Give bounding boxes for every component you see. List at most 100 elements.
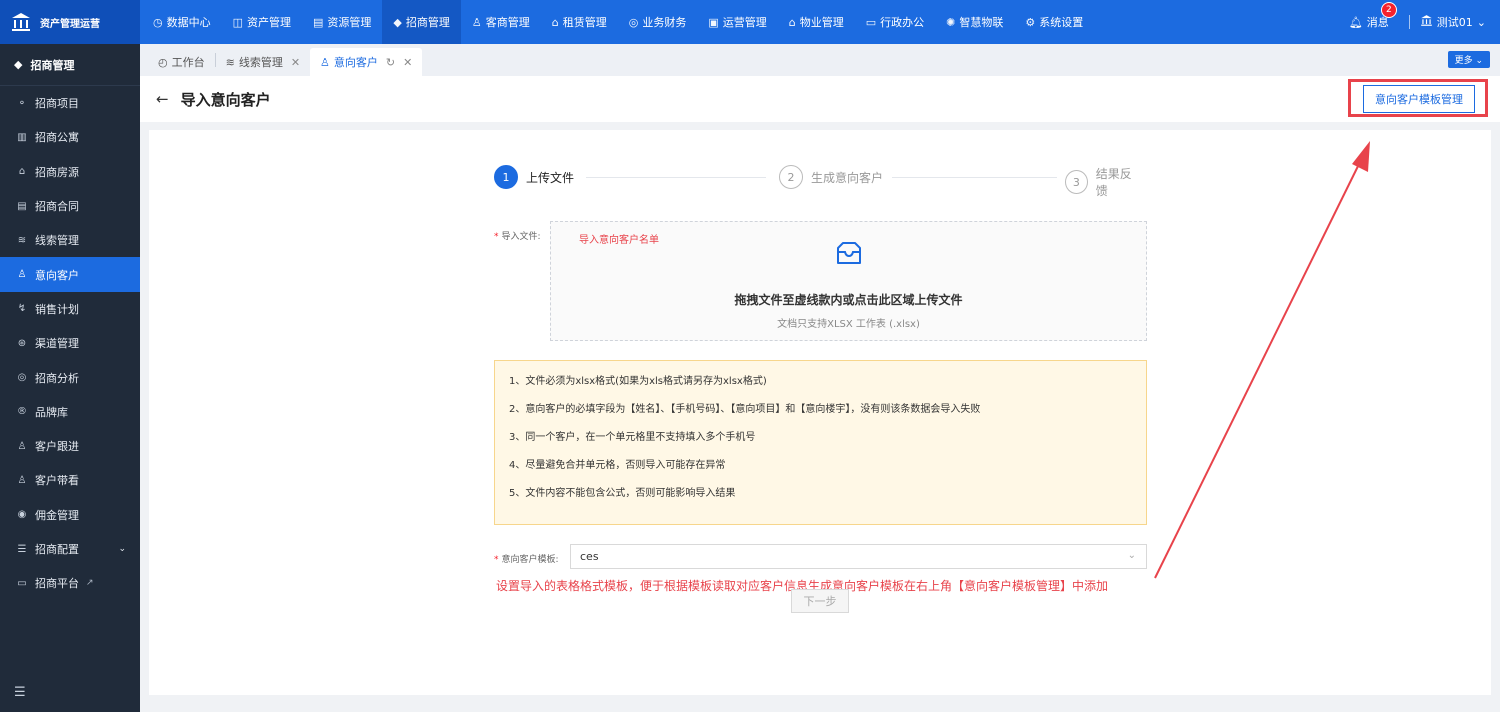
sidebar-item-commission[interactable]: ◉ 佣金管理 [0,498,140,532]
atom-icon: ✺ [946,15,956,29]
step-label: 结果反馈 [1095,167,1132,198]
top-right-area: 🔔︎ 消息 2 测试01 ⌄ [1349,2,1500,30]
template-select[interactable]: ces ⌄ [570,544,1147,569]
contract-icon: ▤ [17,200,27,212]
close-icon[interactable]: ✕ [403,56,412,69]
sidebar-item-label: 意向客户 [35,268,79,282]
brand[interactable]: 资产管理运营 [0,0,140,44]
import-steps: 1 上传文件 2 生成意向客户 3 结果反馈 [494,165,1147,199]
tab-workbench[interactable]: ◴ 工作台 [148,48,215,76]
top-menu: ◷ 数据中心 ◫ 资产管理 ▤ 资源管理 ◆ 招商管理 ♙ 客商管理 ⌂ 租赁管理 ◎ 业务财… [142,0,1094,44]
apartment-icon: ▥ [17,131,27,143]
sidebar-item-label: 客户带看 [35,474,79,488]
divider [1408,15,1410,29]
config-icon: ☰ [17,543,27,555]
note-item: 5、文件内容不能包含公式，否则可能影响导入结果 [509,488,736,499]
sidebar-item-leads[interactable]: ≋ 线索管理 [0,223,140,257]
sidebar-item-brands[interactable]: ® 品牌库 [0,395,140,429]
back-arrow-icon[interactable]: ← [156,90,169,108]
step-connector [586,177,766,178]
plan-icon: ↯ [17,303,27,315]
topnav-operation-management[interactable]: ▣ 运营管理 [697,0,777,44]
building-logo-icon [10,11,32,33]
topnav-resource-management[interactable]: ▤ 资源管理 [302,0,382,44]
sidebar-item-sales-plan[interactable]: ↯ 销售计划 [0,292,140,326]
sidebar-item-projects[interactable]: ⚬ 招商项目 [0,86,140,120]
topnav-label: 资产管理 [247,16,292,29]
page-title: 导入意向客户 [180,90,271,109]
cube-icon: ◫ [232,15,244,29]
building-icon: ▤ [313,15,324,29]
sidebar-item-label: 招商平台 [35,577,79,591]
sidebar-item-follow-up[interactable]: ♙ 客户跟进 [0,429,140,463]
messages-button[interactable]: 🔔︎ 消息 2 [1349,2,1397,30]
select-value: ces [580,550,599,563]
tab-label: 工作台 [171,56,205,69]
tab-label: 意向客户 [333,56,378,69]
upload-annotation: 导入意向客户名单 [579,235,659,246]
topnav-asset-management[interactable]: ◫ 资产管理 [222,0,302,44]
leads-icon: ≋ [17,234,27,246]
collapse-menu-icon[interactable]: ☰ [14,685,26,700]
sidebar-item-analysis[interactable]: ◎ 招商分析 [0,360,140,394]
close-icon[interactable]: ✕ [291,56,300,69]
topnav-data-center[interactable]: ◷ 数据中心 [142,0,222,44]
more-label: 更多 [1454,56,1473,66]
coin-icon: ◎ [628,15,639,29]
chevron-down-icon: ⌄ [1476,15,1486,29]
import-notes: 1、文件必须为xlsx格式(如果为xls格式请另存为xlsx格式) 2、意向客户… [494,360,1147,525]
sidebar-item-label: 招商分析 [35,371,79,385]
brand-name: 资产管理运营 [40,18,100,30]
analysis-icon: ◎ [17,372,27,384]
step-number: 2 [779,165,803,189]
users-icon: ♙ [17,474,27,486]
topnav-smart-iot[interactable]: ✺ 智慧物联 [935,0,1014,44]
user-name: 测试01 [1436,16,1473,29]
house-icon: ⌂ [18,166,26,178]
tab-leads[interactable]: ≋ 线索管理 ✕ [216,48,310,76]
project-icon: ⚬ [17,97,27,109]
tab-prospects[interactable]: ♙ 意向客户 ↻ ✕ [310,48,423,76]
topnav-system-settings[interactable]: ⚙ 系统设置 [1014,0,1094,44]
topnav-investment-management[interactable]: ◆ 招商管理 [382,0,461,44]
topnav-lease-management[interactable]: ⌂ 租赁管理 [541,0,618,44]
sidebar-item-channels[interactable]: ⊛ 渠道管理 [0,326,140,360]
user-icon: ♙ [17,440,27,452]
sidebar-item-label: 招商公寓 [35,131,79,145]
sidebar-item-contracts[interactable]: ▤ 招商合同 [0,189,140,223]
topnav-property-management[interactable]: ⌂ 物业管理 [778,0,855,44]
inbox-icon [833,238,865,270]
sidebar-item-viewings[interactable]: ♙ 客户带看 [0,463,140,497]
note-item: 4、尽量避免合并单元格，否则导入可能存在异常 [509,460,726,471]
sidebar-item-apartments[interactable]: ▥ 招商公寓 [0,120,140,154]
sidebar-item-label: 客户跟进 [35,440,79,454]
user-menu[interactable]: 测试01 ⌄ [1420,14,1486,30]
sidebar-item-label: 招商配置 [35,543,79,556]
sidebar-item-label: 招商房源 [35,165,79,179]
import-file-label: * 导入文件: [494,232,541,242]
topnav-merchant-management[interactable]: ♙ 客商管理 [461,0,541,44]
note-item: 2、意向客户的必填字段为【姓名】、【手机号码】、【意向项目】和【意向楼宇】，没有… [509,404,981,415]
step-number: 3 [1065,170,1088,194]
home-icon: ⌂ [788,15,796,29]
topnav-admin-office[interactable]: ▭ 行政办公 [855,0,935,44]
upload-format-hint: 文档只支持XLSX 工作表 (.xlsx) [777,319,920,330]
message-count-badge: 2 [1380,2,1397,18]
tab-bar: ◴ 工作台 ≋ 线索管理 ✕ ♙ 意向客户 ↻ ✕ 更多 ⌄ [140,44,1500,76]
refresh-icon[interactable]: ↻ [386,56,395,69]
topnav-label: 物业管理 [799,16,844,29]
sidebar-item-label: 佣金管理 [35,508,79,522]
topnav-label: 客商管理 [485,16,530,29]
topnav-business-finance[interactable]: ◎ 业务财务 [618,0,698,44]
more-tabs-button[interactable]: 更多 ⌄ [1447,51,1490,68]
next-step-button[interactable]: 下一步 [791,589,849,613]
sidebar-item-prospects[interactable]: ♙ 意向客户 [0,257,140,292]
sidebar-item-config[interactable]: ☰ 招商配置 ⌄ [0,532,140,566]
topnav-label: 资源管理 [327,16,372,29]
sidebar-item-platform[interactable]: ▭ 招商平台 ↗ [0,566,140,600]
step-number: 1 [494,165,518,189]
file-upload-dropzone[interactable]: 导入意向客户名单 拖拽文件至虚线款内或点击此区域上传文件 文档只支持XLSX 工… [550,221,1147,341]
sidebar-item-housing[interactable]: ⌂ 招商房源 [0,155,140,189]
chevron-down-icon: ⌄ [118,544,126,554]
sidebar: ◆ 招商管理 ⚬ 招商项目 ▥ 招商公寓 ⌂ 招商房源 ▤ 招商合同 ≋ 线索管理 ♙ 意向… [0,44,140,712]
